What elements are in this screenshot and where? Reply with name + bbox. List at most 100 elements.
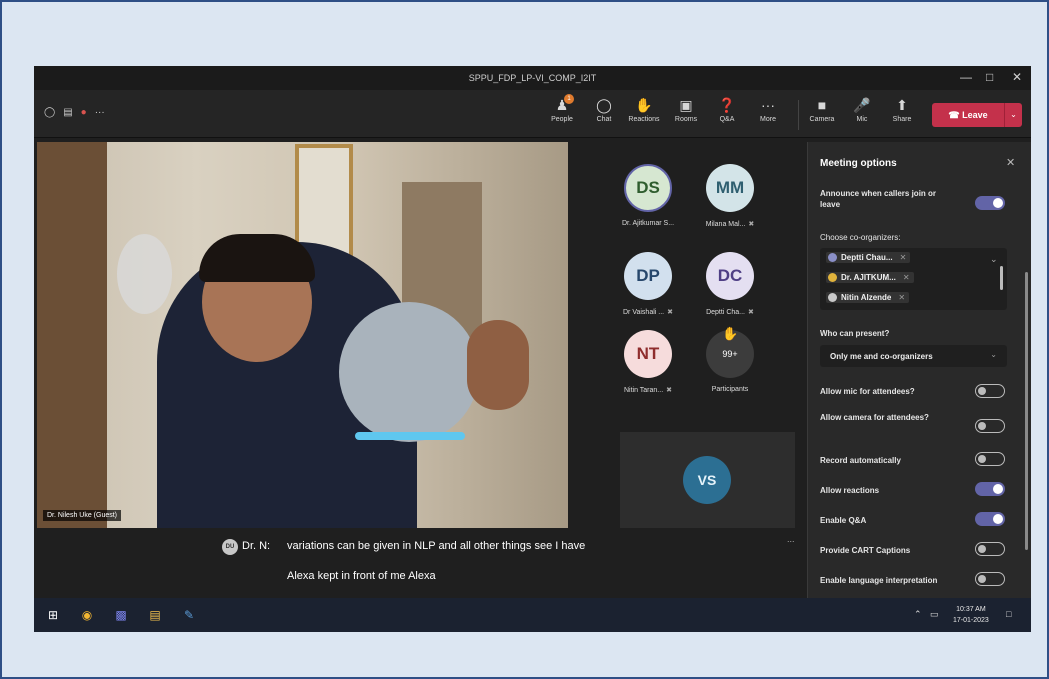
coorganizers-scrollbar[interactable]: [1000, 266, 1003, 290]
participant-name-row: Deptti Cha... ✖: [680, 308, 780, 316]
option-label: Enable Q&A: [820, 516, 867, 525]
coorganizer-name: Dr. AJITKUM...: [841, 273, 896, 282]
more-dots-icon[interactable]: ···: [95, 107, 105, 118]
participant-name: Nitin Taran...: [623, 387, 664, 394]
shield-icon[interactable]: ◯: [44, 107, 55, 118]
teams-window: SPPU_FDP_LP-VI_COMP_I2IT — □ ✕ ◯ ▤ ● ···…: [34, 66, 1031, 632]
enable-qa-toggle[interactable]: [975, 512, 1005, 526]
mic-muted-icon: ✖: [667, 309, 673, 316]
share-button[interactable]: ⬆ Share: [882, 96, 922, 123]
participant-avatar: DS: [624, 164, 672, 212]
cart-captions-toggle[interactable]: [975, 542, 1005, 556]
announce-callers-label: Announce when callers join or leave: [820, 189, 937, 209]
reactions-button[interactable]: ✋ Reactions: [624, 96, 664, 123]
toolbar-divider: [798, 100, 799, 130]
more-icon: ···: [761, 97, 775, 113]
taskbar-clock[interactable]: 10:37 AM 17-01-2023: [953, 604, 989, 626]
remove-icon[interactable]: ✕: [898, 293, 905, 302]
coorganizer-name: Deptti Chau...: [841, 253, 893, 262]
caption-icon[interactable]: ▤: [63, 107, 72, 118]
chat-button[interactable]: ◯ Chat: [584, 96, 624, 123]
chat-label: Chat: [596, 116, 612, 123]
leave-label: Leave: [962, 109, 988, 120]
allow-mic-toggle[interactable]: [975, 384, 1005, 398]
caption-speaker-name: Dr. N:: [242, 540, 271, 552]
people-button[interactable]: ♟ 1 People: [542, 94, 582, 123]
chrome-icon[interactable]: ◉: [78, 606, 96, 624]
option-label: Provide CART Captions: [820, 546, 911, 555]
qa-button[interactable]: ❓ Q&A: [707, 96, 747, 123]
camera-label: Camera: [809, 116, 835, 123]
option-label: Allow reactions: [820, 486, 880, 495]
qa-label: Q&A: [719, 116, 735, 123]
caption-line: Alexa kept in front of me Alexa: [287, 570, 436, 582]
remove-icon[interactable]: ✕: [903, 273, 910, 282]
windows-start-icon[interactable]: ⊞: [44, 606, 62, 624]
caption-speaker-avatar: DU: [222, 539, 238, 555]
clock-time: 10:37 AM: [956, 606, 986, 613]
teams-icon[interactable]: ▩: [112, 606, 130, 624]
participant-tile[interactable]: DC Deptti Cha... ✖: [680, 252, 780, 316]
windows-taskbar: ⊞ ◉ ▩ ▤ ✎ ⌃ ▭ 10:37 AM 17-01-2023 □: [34, 598, 1031, 632]
participant-name: Dr Vaishali ...: [623, 309, 665, 316]
reactions-icon: ✋: [635, 97, 653, 113]
avatar: [828, 293, 837, 302]
chevron-down-icon[interactable]: ⌄: [990, 254, 998, 265]
language-interpretation-toggle[interactable]: [975, 572, 1005, 586]
panel-scrollbar[interactable]: [1025, 272, 1028, 550]
rooms-button[interactable]: ▣ Rooms: [666, 96, 706, 123]
maximize-icon[interactable]: □: [986, 70, 993, 84]
captions-more-icon[interactable]: ...: [787, 534, 795, 544]
participant-name-row: Participants: [680, 386, 780, 393]
participant-name: Dr. Ajitkumar S...: [621, 220, 675, 227]
coorganizers-label: Choose co-organizers:: [820, 233, 901, 242]
notes-icon[interactable]: ✎: [180, 606, 198, 624]
qa-icon: ❓: [718, 97, 736, 113]
participants-label: Participants: [711, 386, 749, 393]
allow-reactions-toggle[interactable]: [975, 482, 1005, 496]
remove-icon[interactable]: ✕: [900, 253, 907, 262]
coorganizer-chip: Nitin Alzende ✕: [826, 292, 910, 303]
participant-tile[interactable]: MM Milana Mal... ✖: [680, 164, 780, 228]
notifications-icon[interactable]: □: [1006, 609, 1011, 619]
record-automatically-toggle[interactable]: [975, 452, 1005, 466]
participants-overflow-tile[interactable]: 99+ ✋ Participants: [680, 326, 780, 393]
mic-off-icon: 🎤: [853, 97, 871, 113]
share-label: Share: [892, 116, 912, 123]
rooms-label: Rooms: [674, 116, 698, 123]
leave-button[interactable]: ☎ Leave ⌄: [932, 103, 1022, 127]
network-icon[interactable]: ▭: [930, 609, 939, 620]
participant-name: Milana Mal...: [705, 221, 746, 228]
avatar: [828, 273, 837, 282]
close-icon[interactable]: ✕: [1012, 70, 1022, 84]
minimize-icon[interactable]: —: [960, 70, 972, 84]
participant-avatar: NT: [624, 330, 672, 378]
meeting-toolbar: ◯ ▤ ● ··· ♟ 1 People ◯ Chat ✋ Reactions …: [34, 90, 1031, 138]
leave-dropdown-chevron-icon[interactable]: ⌄: [1004, 103, 1022, 127]
window-title: SPPU_FDP_LP-VI_COMP_I2IT: [468, 73, 597, 83]
mic-button[interactable]: 🎤 Mic: [842, 96, 882, 123]
camera-button[interactable]: ■ Camera: [802, 96, 842, 123]
chevron-down-icon: ⌄: [990, 350, 997, 359]
more-button[interactable]: ··· More: [748, 96, 788, 123]
panel-title: Meeting options: [820, 158, 897, 169]
spotlight-participant-tile[interactable]: VS: [620, 432, 795, 529]
who-can-present-value: Only me and co-organizers: [830, 352, 933, 361]
meeting-info-icons: ◯ ▤ ● ···: [44, 107, 105, 118]
allow-camera-toggle[interactable]: [975, 419, 1005, 433]
announce-callers-toggle[interactable]: [975, 196, 1005, 210]
close-icon[interactable]: ✕: [1006, 156, 1015, 169]
who-can-present-label: Who can present?: [820, 329, 890, 338]
chevron-up-icon[interactable]: ⌃: [914, 609, 922, 620]
participant-avatar: MM: [706, 164, 754, 212]
coorganizers-picker[interactable]: Deptti Chau... ✕ Dr. AJITKUM... ✕ Nitin Al…: [820, 248, 1007, 310]
record-indicator-icon: ●: [80, 107, 87, 118]
chat-icon: ◯: [596, 97, 612, 113]
participant-name: Deptti Cha...: [706, 309, 746, 316]
who-can-present-select[interactable]: Only me and co-organizers ⌄: [820, 345, 1007, 367]
avatar: [828, 253, 837, 262]
file-explorer-icon[interactable]: ▤: [146, 606, 164, 624]
clock-date: 17-01-2023: [953, 617, 989, 624]
reactions-label: Reactions: [628, 116, 660, 123]
participant-avatar: VS: [683, 456, 731, 504]
